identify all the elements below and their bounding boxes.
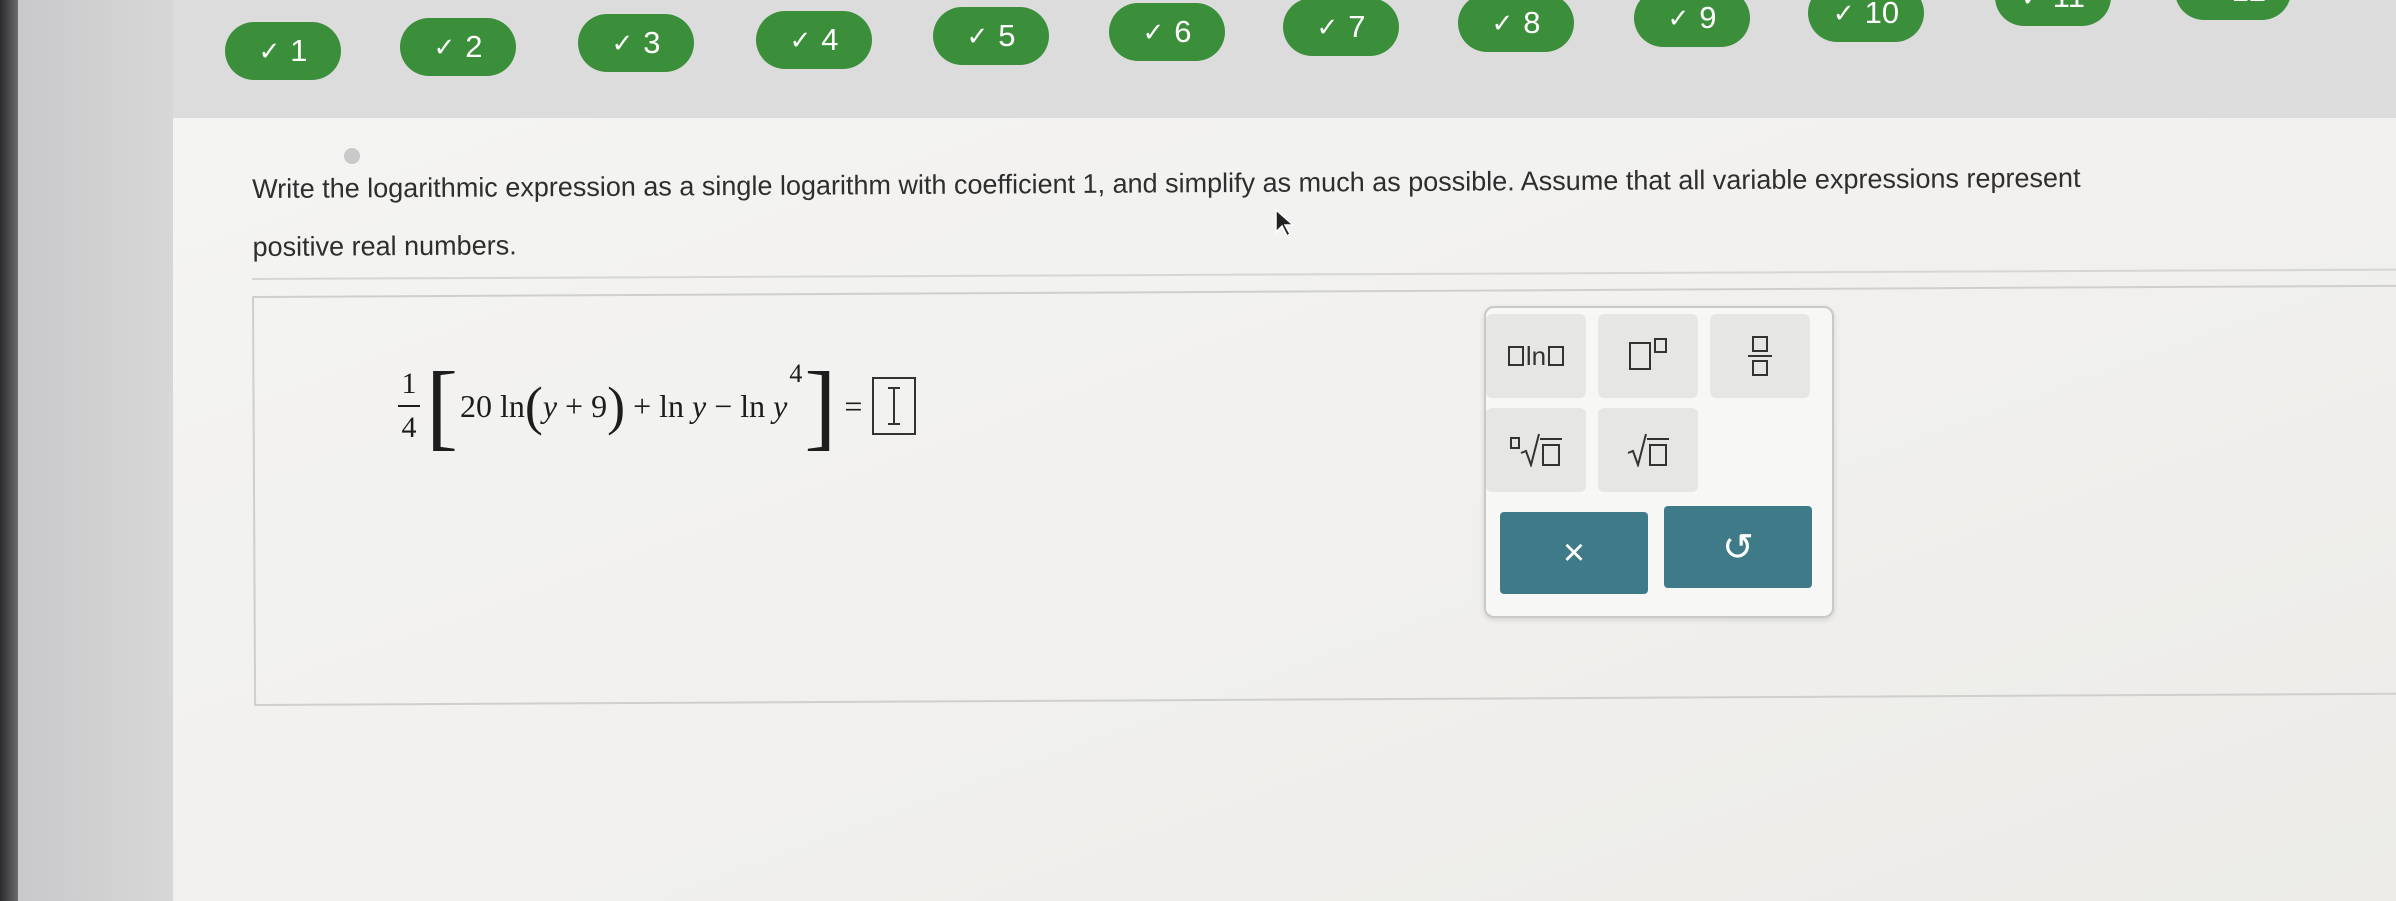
question-number: 11 — [2053, 0, 2085, 15]
minus-operator: − — [706, 387, 741, 424]
check-icon: ✓ — [1667, 2, 1690, 33]
placeholder-box-icon — [1548, 346, 1565, 366]
variable-y: y — [692, 387, 707, 424]
check-icon: ✓ — [1142, 16, 1165, 47]
question-pill-3[interactable]: ✓ 3 — [578, 14, 694, 72]
question-number: 1 — [290, 33, 308, 68]
fraction-bar — [398, 405, 420, 407]
placeholder-box-icon — [1507, 346, 1524, 366]
question-number: 12 — [2232, 0, 2266, 9]
left-margin — [18, 0, 173, 901]
question-pill-10[interactable]: ✓ 10 — [1808, 0, 1924, 42]
check-icon: ✓ — [2021, 0, 2043, 13]
question-number: 8 — [1523, 5, 1541, 40]
check-icon: ✓ — [2200, 0, 2222, 7]
close-icon: × — [1562, 531, 1586, 574]
nth-root-icon — [1510, 433, 1562, 467]
variable-y: y — [542, 387, 558, 424]
check-icon: ✓ — [966, 20, 989, 51]
question-number: 2 — [465, 29, 483, 64]
log-expression: 1 4 [ 20 ln ( y + 9 ) + ln y − ln y 4 ] … — [398, 352, 917, 459]
plus-operator: + — [625, 387, 660, 424]
question-pill-8[interactable]: ✓ 8 — [1458, 0, 1574, 52]
question-pill-9[interactable]: ✓ 9 — [1634, 0, 1750, 47]
term-ln: ln — [659, 387, 693, 424]
nth-root-button[interactable] — [1486, 408, 1586, 492]
coefficient-fraction: 1 4 — [398, 369, 420, 443]
right-bracket: ] — [804, 352, 837, 459]
superscript-box-icon — [1654, 337, 1667, 353]
term-20ln: 20 ln — [459, 387, 525, 424]
mouse-pointer-icon — [1275, 208, 1295, 238]
left-bracket: [ — [426, 352, 458, 459]
check-icon: ✓ — [433, 31, 456, 62]
undo-icon: ↺ — [1722, 526, 1754, 569]
question-number: 3 — [643, 25, 661, 60]
square-root-icon — [1627, 433, 1669, 467]
text-cursor-icon — [888, 387, 901, 425]
exponent-button[interactable] — [1598, 314, 1698, 398]
question-pill-6[interactable]: ✓ 6 — [1109, 3, 1225, 61]
question-number: 4 — [821, 22, 839, 57]
question-number: 5 — [998, 18, 1016, 53]
exponent: 4 — [789, 359, 803, 388]
question-pill-7[interactable]: ✓ 7 — [1283, 0, 1399, 56]
question-pill-4[interactable]: ✓ 4 — [756, 11, 872, 69]
fraction-button[interactable] — [1710, 314, 1810, 398]
inner-constant: + 9 — [557, 387, 608, 424]
clear-button[interactable]: × — [1500, 512, 1648, 594]
fraction-numerator: 1 — [401, 367, 417, 400]
math-palette: ln × ↺ — [1484, 306, 1834, 618]
ln-label: ln — [1525, 340, 1547, 371]
question-number: 10 — [1864, 0, 1900, 30]
problem-box — [252, 284, 2396, 706]
device-bezel — [0, 0, 18, 901]
question-number: 6 — [1174, 14, 1192, 49]
question-pill-5[interactable]: ✓ 5 — [933, 7, 1049, 65]
square-root-button[interactable] — [1598, 408, 1698, 492]
question-number: 7 — [1348, 9, 1366, 44]
base-box-icon — [1629, 342, 1651, 370]
variable-y: y — [773, 387, 788, 424]
undo-button[interactable]: ↺ — [1664, 506, 1812, 588]
check-icon: ✓ — [1832, 0, 1855, 28]
fraction-denominator: 4 — [401, 411, 417, 444]
question-pill-1[interactable]: ✓ 1 — [225, 22, 341, 80]
log-template-button[interactable]: ln — [1486, 314, 1586, 398]
open-paren: ( — [524, 376, 543, 436]
check-icon: ✓ — [789, 24, 812, 55]
question-pill-12[interactable]: ✓ 12 — [2175, 0, 2291, 20]
equals-sign: = — [844, 387, 863, 424]
question-pill-11[interactable]: ✓ 11 — [1995, 0, 2111, 26]
close-paren: ) — [607, 376, 626, 436]
fraction-icon — [1748, 336, 1772, 376]
answer-input[interactable] — [872, 377, 917, 435]
question-pill-2[interactable]: ✓ 2 — [400, 18, 516, 76]
term-ln: ln — [740, 387, 774, 424]
question-number: 9 — [1699, 0, 1717, 35]
check-icon: ✓ — [1316, 11, 1339, 42]
check-icon: ✓ — [258, 35, 281, 66]
check-icon: ✓ — [1491, 7, 1514, 38]
check-icon: ✓ — [611, 27, 634, 58]
